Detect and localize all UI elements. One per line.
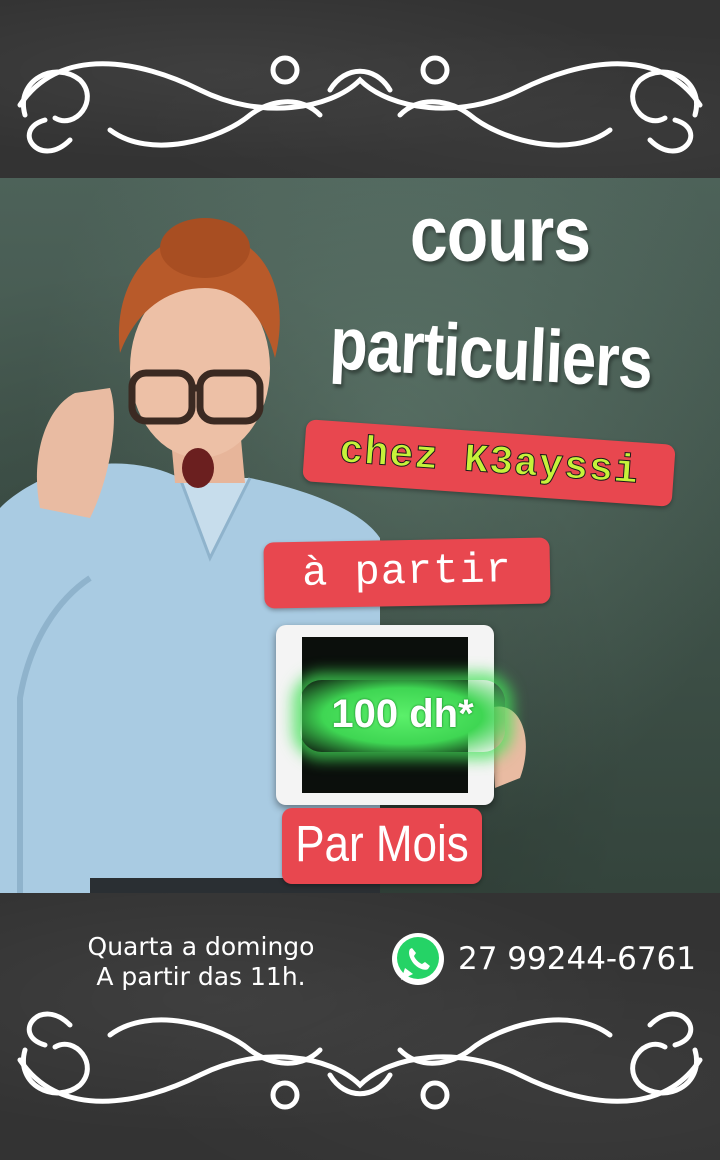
schedule-line-1: Quarta a domingo xyxy=(87,932,315,961)
period-pill: Par Mois xyxy=(282,808,482,884)
top-band xyxy=(0,0,720,178)
period-text: Par Mois xyxy=(295,816,469,873)
price-badge: 100 dh* xyxy=(300,680,505,752)
schedule-text: Quarta a domingo A partir das 11h. xyxy=(56,932,346,992)
phone-number[interactable]: 27 99244-6761 xyxy=(458,941,696,977)
top-flourish-ornament xyxy=(17,55,703,154)
price-text: 100 dh* xyxy=(331,692,474,736)
whatsapp-icon[interactable] xyxy=(389,930,447,988)
bottom-flourish-ornament xyxy=(17,1011,703,1110)
from-text: à partir xyxy=(301,546,513,598)
headline-cours: cours xyxy=(409,190,591,278)
from-pill: à partir xyxy=(263,537,551,609)
schedule-line-2: A partir das 11h. xyxy=(96,962,306,991)
